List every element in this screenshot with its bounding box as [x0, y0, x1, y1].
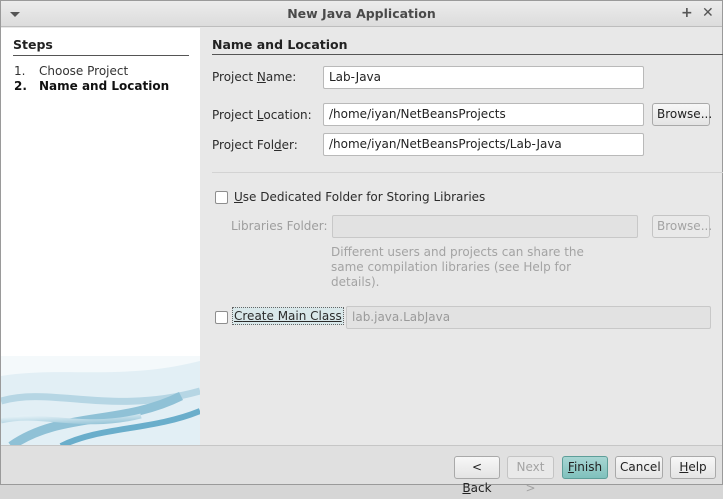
button-label: inish: [573, 460, 603, 474]
step-label: Name and Location: [39, 79, 170, 93]
decorative-swoosh-image: [1, 356, 200, 445]
step-item-name-and-location: 2. Name and Location: [14, 79, 169, 93]
main-class-input[interactable]: lab.java.LabJava: [346, 306, 711, 329]
label-text: Project Fol: [212, 138, 275, 152]
button-label: ack: [470, 481, 492, 495]
mnemonic: H: [679, 460, 689, 474]
libraries-folder-input[interactable]: [332, 215, 638, 238]
close-icon[interactable]: ✕: [702, 5, 714, 21]
steps-heading: Steps: [13, 37, 189, 56]
label-text: Project: [212, 70, 257, 84]
dedicated-folder-checkbox[interactable]: [215, 191, 228, 204]
step-item-choose-project: 1. Choose Project: [14, 64, 128, 78]
mnemonic: N: [256, 70, 266, 84]
browse-location-button[interactable]: Browse...: [652, 103, 712, 126]
create-main-class-checkbox[interactable]: [215, 311, 228, 324]
button-bar: < Back Next > Finish Cancel Help: [1, 445, 722, 495]
panel-title: Name and Location: [212, 37, 723, 55]
maximize-icon[interactable]: +: [681, 5, 693, 21]
dialog-window: New Java Application + ✕ Steps 1. Choose …: [0, 0, 723, 495]
mnemonic: d: [274, 138, 282, 152]
button-label: <: [471, 460, 483, 474]
dedicated-folder-label[interactable]: Use Dedicated Folder for Storing Librari…: [234, 190, 485, 204]
main-panel: Name and Location Project Name: Lab-Java…: [201, 28, 723, 445]
help-button[interactable]: Help: [670, 456, 716, 479]
step-label: Choose Project: [39, 64, 129, 78]
project-location-label: Project Location:: [212, 108, 312, 122]
project-name-label: Project Name:: [212, 70, 296, 84]
project-location-input[interactable]: /home/iyan/NetBeansProjects: [323, 103, 644, 126]
steps-panel: Steps 1. Choose Project 2. Name and Locati…: [1, 28, 200, 445]
button-label: elp: [688, 460, 707, 474]
libraries-hint-text: Different users and projects can share t…: [331, 245, 584, 289]
step-number: 1.: [14, 64, 26, 78]
title-bar: New Java Application + ✕: [1, 1, 722, 27]
finish-button[interactable]: Finish: [562, 456, 608, 479]
label-text: er:: [281, 138, 298, 152]
browse-libraries-button[interactable]: Browse...: [652, 215, 712, 238]
label-text: ocation:: [263, 108, 312, 122]
cancel-button[interactable]: Cancel: [615, 456, 663, 479]
mnemonic: B: [462, 481, 471, 495]
project-folder-input[interactable]: /home/iyan/NetBeansProjects/Lab-Java: [323, 133, 644, 156]
label-text: se Dedicated Folder for Storing Librarie…: [242, 190, 486, 204]
create-main-class-label[interactable]: Create Main Class: [232, 307, 344, 325]
separator: [212, 172, 723, 173]
label-text: Project: [212, 108, 257, 122]
back-button[interactable]: < Back: [454, 456, 500, 495]
step-number: 2.: [14, 79, 27, 93]
label-text: ame:: [265, 70, 297, 84]
mnemonic: U: [234, 190, 243, 204]
label-text: reate Main Class: [242, 309, 342, 323]
project-name-input[interactable]: Lab-Java: [323, 66, 644, 89]
project-folder-label: Project Folder:: [212, 138, 298, 152]
window-title: New Java Application: [287, 6, 436, 21]
libraries-folder-label: Libraries Folder:: [231, 219, 328, 233]
next-button[interactable]: Next >: [507, 456, 554, 495]
